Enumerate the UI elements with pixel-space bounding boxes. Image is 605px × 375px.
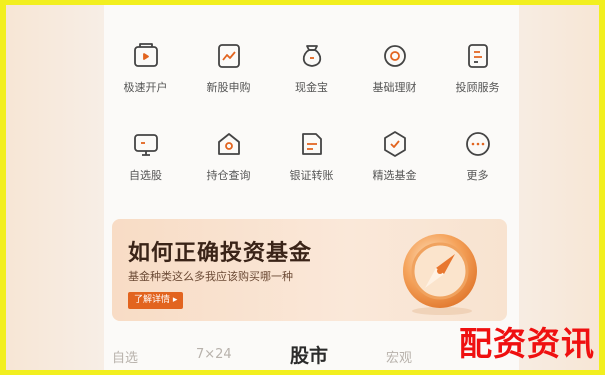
shortcut-bank-transfer[interactable]: 银证转账: [270, 127, 353, 183]
more-icon: [461, 127, 495, 161]
basic-finance-icon: [378, 39, 412, 73]
shortcut-label: 基础理财: [372, 81, 417, 94]
shortcut-label: 现金宝: [295, 81, 328, 94]
ipo-subscribe-icon: [212, 39, 246, 73]
banner-subtitle: 基金种类这么多我应该购买哪一种: [128, 270, 293, 283]
advisor-service-icon: [461, 39, 495, 73]
promo-banner[interactable]: 如何正确投资基金 基金种类这么多我应该购买哪一种 了解详情 ▸: [112, 219, 507, 321]
cash-bag-icon: [295, 39, 329, 73]
shortcut-more[interactable]: 更多: [436, 127, 519, 183]
watchlist-icon: [129, 127, 163, 161]
shortcut-label: 自选股: [129, 169, 162, 182]
shortcut-cash-bag[interactable]: 现金宝: [270, 39, 353, 95]
shortcut-label: 投顾服务: [455, 81, 500, 94]
selected-fund-icon: [378, 127, 412, 161]
account-open-icon: [129, 39, 163, 73]
learn-more-button[interactable]: 了解详情 ▸: [128, 292, 184, 309]
position-query-icon: [212, 127, 246, 161]
shortcut-label: 精选基金: [372, 169, 417, 182]
news-tab-bar: 自选 7×24 股市 宏观: [104, 341, 519, 370]
shortcut-label: 更多: [466, 169, 489, 182]
tab-stock-market[interactable]: 股市: [290, 341, 328, 368]
tab-macro[interactable]: 宏观: [386, 347, 412, 366]
shortcut-watchlist[interactable]: 自选股: [104, 127, 187, 183]
shortcut-advisor-service[interactable]: 投顾服务: [436, 39, 519, 95]
shortcut-label: 极速开户: [123, 81, 168, 94]
tab-watchlist[interactable]: 自选: [112, 347, 138, 366]
compass-icon: [403, 234, 477, 315]
shortcut-account-open[interactable]: 极速开户: [104, 39, 187, 95]
shortcut-label: 银证转账: [289, 169, 334, 182]
bank-transfer-icon: [295, 127, 329, 161]
tab-7x24[interactable]: 7×24: [196, 347, 232, 362]
shortcut-position-query[interactable]: 持仓查询: [187, 127, 270, 183]
shortcut-ipo-subscribe[interactable]: 新股申购: [187, 39, 270, 95]
app-screen: 极速开户 新股申购 现金宝 基础理财 投顾服务 自选股 持仓查询 银证转账 精选…: [104, 5, 519, 370]
watermark-text: 配资资讯: [459, 324, 595, 363]
banner-title: 如何正确投资基金: [128, 241, 313, 266]
screenshot-canvas: 极速开户 新股申购 现金宝 基础理财 投顾服务 自选股 持仓查询 银证转账 精选…: [6, 5, 599, 370]
shortcut-grid: 极速开户 新股申购 现金宝 基础理财 投顾服务 自选股 持仓查询 银证转账 精选…: [104, 39, 519, 183]
shortcut-label: 持仓查询: [206, 169, 251, 182]
shortcut-selected-fund[interactable]: 精选基金: [353, 127, 436, 183]
shortcut-basic-finance[interactable]: 基础理财: [353, 39, 436, 95]
shortcut-label: 新股申购: [206, 81, 251, 94]
